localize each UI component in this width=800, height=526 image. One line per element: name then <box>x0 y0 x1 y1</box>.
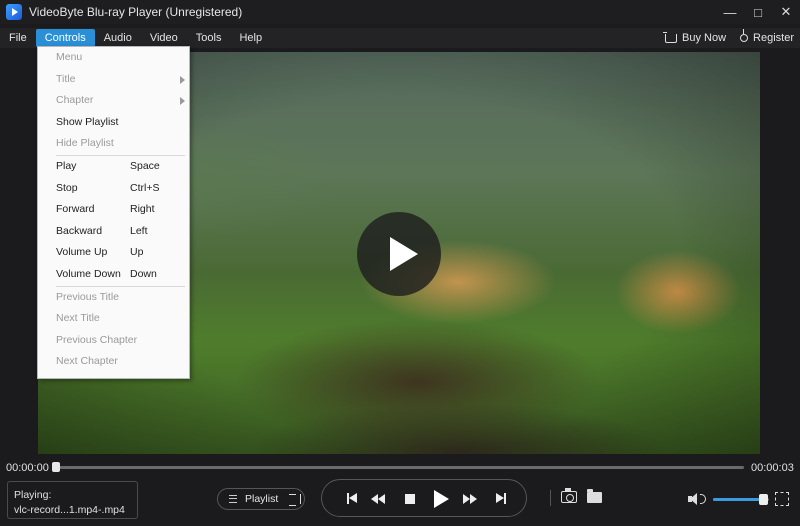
menu-option-previous-title[interactable]: Previous Title <box>38 287 189 309</box>
menu-option-label: Next Title <box>56 312 100 325</box>
stop-icon[interactable] <box>402 491 418 507</box>
volume-fill <box>713 498 764 501</box>
menu-option-label: Chapter <box>56 94 94 107</box>
menu-option-label: Previous Chapter <box>56 333 138 346</box>
progress-thumb[interactable] <box>52 462 60 472</box>
submenu-arrow-icon <box>180 97 185 106</box>
menu-option-label: Volume Up <box>56 246 108 259</box>
list-icon <box>229 495 237 503</box>
register-button[interactable]: Register <box>740 29 794 44</box>
open-folder-icon[interactable] <box>587 489 602 503</box>
menu-option-forward[interactable]: Forward Right <box>38 199 189 221</box>
menu-tools[interactable]: Tools <box>187 29 231 47</box>
playing-file: vlc-record...1.mp4-.mp4 <box>14 504 125 516</box>
menu-bar: File Controls Audio Video Tools Help Buy… <box>0 28 800 48</box>
menu-file[interactable]: File <box>0 29 36 47</box>
menubar-right: Buy Now Register <box>663 28 794 48</box>
menu-option-label: Next Chapter <box>56 355 118 368</box>
maximize-button[interactable]: □ <box>744 0 772 24</box>
menu-shortcut: Ctrl+S <box>130 181 160 194</box>
cart-icon <box>663 31 677 43</box>
controls-menu: Menu Title Chapter Show Playlist Hide Pl… <box>37 46 190 379</box>
menu-option-label: Show Playlist <box>56 115 119 128</box>
playlist-label: Playlist <box>245 493 279 505</box>
menu-option-label: Title <box>56 72 76 85</box>
menu-option-title[interactable]: Title <box>38 69 189 91</box>
volume-thumb[interactable] <box>759 494 769 505</box>
play-icon[interactable] <box>432 489 450 509</box>
playlist-button[interactable]: Playlist <box>217 488 305 510</box>
progress-bar[interactable] <box>52 466 744 469</box>
toolbar-divider <box>550 490 551 506</box>
menu-video[interactable]: Video <box>141 29 187 47</box>
window-title: VideoByte Blu-ray Player (Unregistered) <box>29 5 243 19</box>
submenu-arrow-icon <box>180 75 185 84</box>
menu-controls[interactable]: Controls <box>35 29 95 47</box>
key-icon <box>740 29 749 42</box>
menu-option-menu[interactable]: Menu <box>38 47 189 69</box>
menu-option-volume-down[interactable]: Volume Down Down <box>38 264 189 286</box>
menu-option-label: Stop <box>56 181 78 194</box>
previous-icon[interactable] <box>345 491 361 507</box>
menu-option-label: Play <box>56 159 77 172</box>
menu-option-label: Menu <box>56 51 83 63</box>
menu-shortcut: Down <box>130 267 157 280</box>
transport-controls <box>321 479 527 517</box>
buy-now-label: Buy Now <box>682 32 727 44</box>
menu-option-show-playlist[interactable]: Show Playlist <box>38 112 189 134</box>
menu-shortcut: Up <box>130 246 144 259</box>
rewind-icon[interactable] <box>371 491 387 507</box>
menu-option-previous-chapter[interactable]: Previous Chapter <box>38 330 189 352</box>
menu-option-backward[interactable]: Backward Left <box>38 221 189 243</box>
playing-label: Playing: <box>14 489 52 501</box>
menu-option-hide-playlist[interactable]: Hide Playlist <box>38 133 189 155</box>
play-overlay-icon[interactable] <box>357 212 441 296</box>
close-button[interactable]: ✕ <box>772 0 800 24</box>
menu-option-next-title[interactable]: Next Title <box>38 308 189 330</box>
menu-option-label: Hide Playlist <box>56 137 114 150</box>
register-label: Register <box>753 32 794 44</box>
current-time: 00:00:00 <box>6 462 49 474</box>
menu-option-volume-up[interactable]: Volume Up Up <box>38 242 189 264</box>
window-controls: — □ ✕ <box>716 0 800 24</box>
minimize-button[interactable]: — <box>716 0 744 24</box>
menu-shortcut: Right <box>130 203 155 216</box>
next-icon[interactable] <box>492 491 508 507</box>
fullscreen-icon[interactable] <box>775 492 789 506</box>
menu-audio[interactable]: Audio <box>95 29 141 47</box>
menu-option-stop[interactable]: Stop Ctrl+S <box>38 178 189 200</box>
now-playing-box: Playing: vlc-record...1.mp4-.mp4 <box>7 481 138 519</box>
menu-option-label: Backward <box>56 224 103 237</box>
menu-option-next-chapter[interactable]: Next Chapter <box>38 351 189 373</box>
menu-option-play[interactable]: Play Space <box>38 156 189 178</box>
menu-help[interactable]: Help <box>230 29 271 47</box>
total-time: 00:00:03 <box>751 462 794 474</box>
buy-now-button[interactable]: Buy Now <box>663 31 727 44</box>
menu-shortcut: Space <box>130 159 160 172</box>
title-bar: VideoByte Blu-ray Player (Unregistered) … <box>0 0 800 24</box>
menu-option-label: Volume Down <box>56 267 121 280</box>
sort-icon[interactable] <box>289 494 302 506</box>
fast-forward-icon[interactable] <box>462 491 478 507</box>
menu-option-label: Previous Title <box>56 290 120 303</box>
menu-option-chapter[interactable]: Chapter <box>38 90 189 112</box>
snapshot-camera-icon[interactable] <box>561 488 577 503</box>
app-logo-icon <box>6 4 22 20</box>
menu-shortcut: Left <box>130 224 148 237</box>
menu-option-label: Forward <box>56 203 95 216</box>
